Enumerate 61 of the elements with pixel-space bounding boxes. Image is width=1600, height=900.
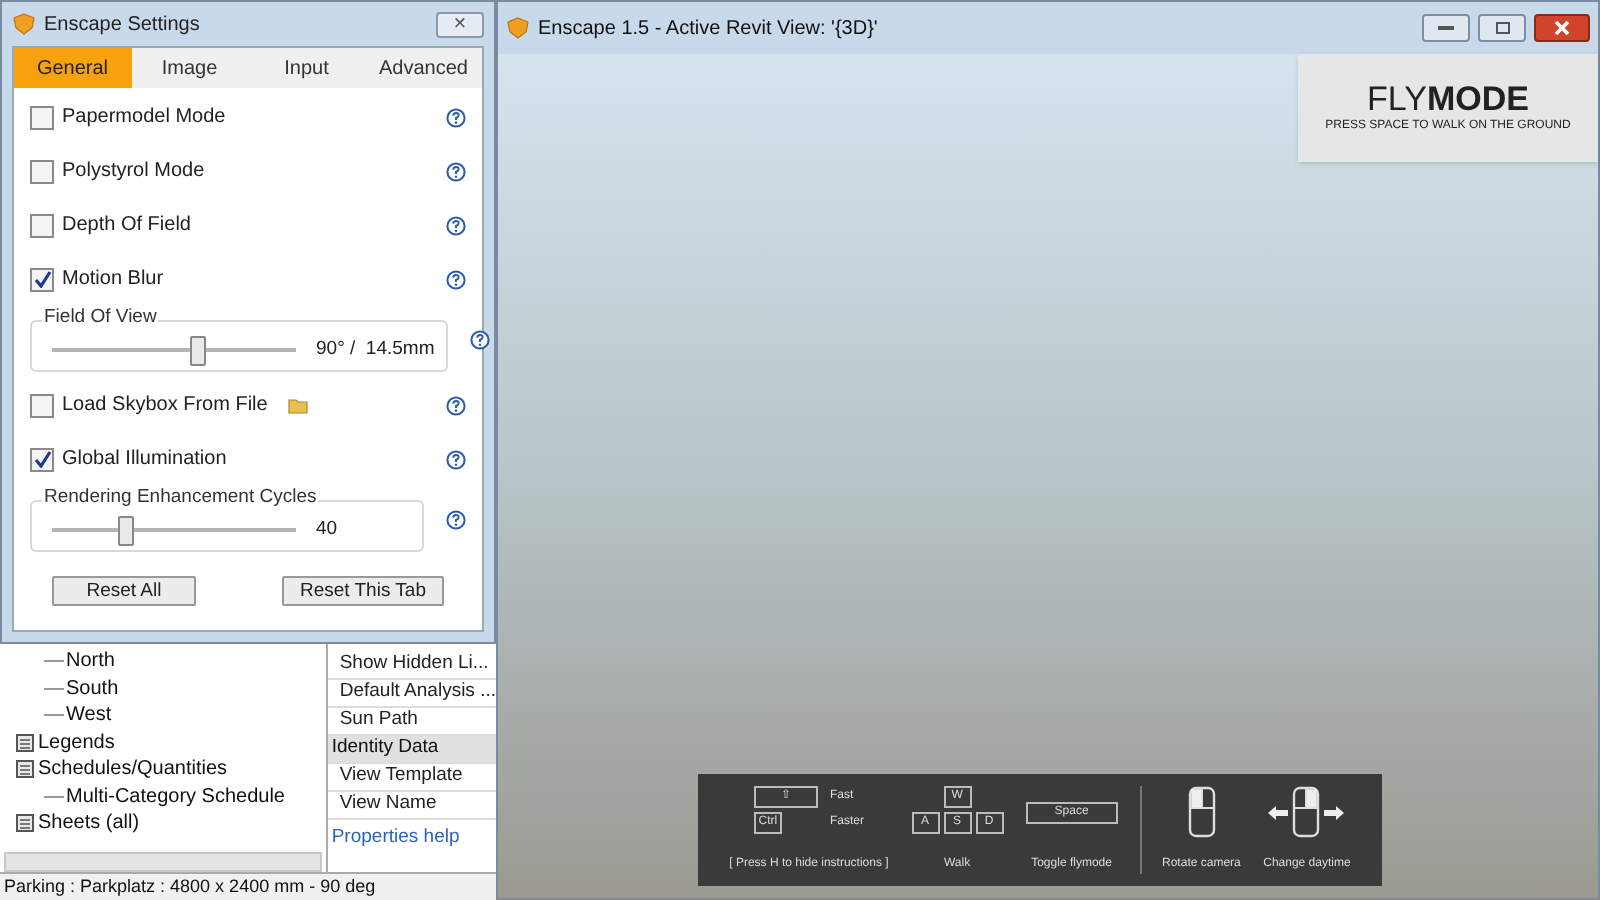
flymode-title: FLYMODE xyxy=(1367,81,1529,117)
document-icon xyxy=(16,760,34,779)
slider-thumb[interactable] xyxy=(190,335,207,365)
reset-button[interactable]: Reset All xyxy=(52,576,196,606)
checkmark-icon xyxy=(33,270,51,288)
minimize-button[interactable] xyxy=(1422,14,1470,42)
settings-tab[interactable]: General xyxy=(14,48,131,88)
tree-item[interactable]: South xyxy=(66,673,119,704)
help-icon[interactable] xyxy=(470,330,491,350)
help-icon[interactable] xyxy=(446,161,466,181)
tree-item[interactable]: Legends xyxy=(38,727,115,758)
help-icon[interactable] xyxy=(446,215,466,235)
help-icon[interactable] xyxy=(446,107,466,127)
checkbox[interactable] xyxy=(30,447,54,471)
dialog-title: Enscape Settings xyxy=(44,11,200,39)
option-label: Motion Blur xyxy=(62,266,164,294)
checkbox[interactable] xyxy=(30,105,54,129)
property-group-header: Identity Data xyxy=(327,736,496,764)
help-icon[interactable] xyxy=(446,449,466,469)
mouse-icon xyxy=(1292,786,1321,838)
document-icon xyxy=(16,814,34,833)
left-arrow-icon xyxy=(1268,805,1289,819)
logo-icon xyxy=(506,16,530,40)
slider-value: 40 xyxy=(316,515,338,544)
checkbox[interactable] xyxy=(30,393,54,417)
option-label: Papermodel Mode xyxy=(62,104,226,132)
help-icon[interactable] xyxy=(446,510,466,530)
close-icon xyxy=(1554,20,1570,36)
document-icon xyxy=(16,733,34,752)
tree-item[interactable]: Multi-Category Schedule xyxy=(66,781,285,812)
option-label: Polystyrol Mode xyxy=(62,158,205,186)
settings-tab[interactable]: Input xyxy=(248,48,365,88)
tree-item[interactable]: Sheets (all) xyxy=(38,808,140,839)
horizontal-scrollbar[interactable] xyxy=(4,852,322,872)
settings-tab[interactable]: Advanced xyxy=(365,48,482,88)
mouse-icon xyxy=(1187,786,1216,838)
status-bar: Parking : Parkplatz : 4800 x 2400 mm - 90 deg xyxy=(0,872,496,900)
option-label: Depth Of Field xyxy=(62,212,191,240)
close-button[interactable] xyxy=(1534,14,1590,42)
logo-icon xyxy=(12,12,36,36)
option-label: Load Skybox From File xyxy=(62,392,268,420)
slider-thumb[interactable] xyxy=(117,515,134,545)
slider-value: 90° / 14.5mm xyxy=(316,335,435,364)
tree-item[interactable]: West xyxy=(66,700,112,731)
checkbox[interactable] xyxy=(30,213,54,237)
settings-tab[interactable]: Image xyxy=(131,48,248,88)
group-label: Rendering Enhancement Cycles xyxy=(42,486,319,510)
properties-help-link[interactable]: Properties help xyxy=(327,824,496,853)
checkbox[interactable] xyxy=(30,267,54,291)
reset-button[interactable]: Reset This Tab xyxy=(281,576,444,606)
help-icon[interactable] xyxy=(446,395,466,415)
checkbox[interactable] xyxy=(30,159,54,183)
tree-item[interactable]: North xyxy=(66,646,115,677)
maximize-button[interactable] xyxy=(1478,14,1526,42)
close-button[interactable]: × xyxy=(436,11,484,37)
window-title: Enscape 1.5 - Active Revit View: '{3D}' xyxy=(538,15,878,43)
help-icon[interactable] xyxy=(446,269,466,289)
right-arrow-icon xyxy=(1324,805,1345,819)
option-label: Global Illumination xyxy=(62,446,227,474)
tree-item[interactable]: Schedules/Quantities xyxy=(38,754,228,785)
checkmark-icon xyxy=(33,450,51,468)
